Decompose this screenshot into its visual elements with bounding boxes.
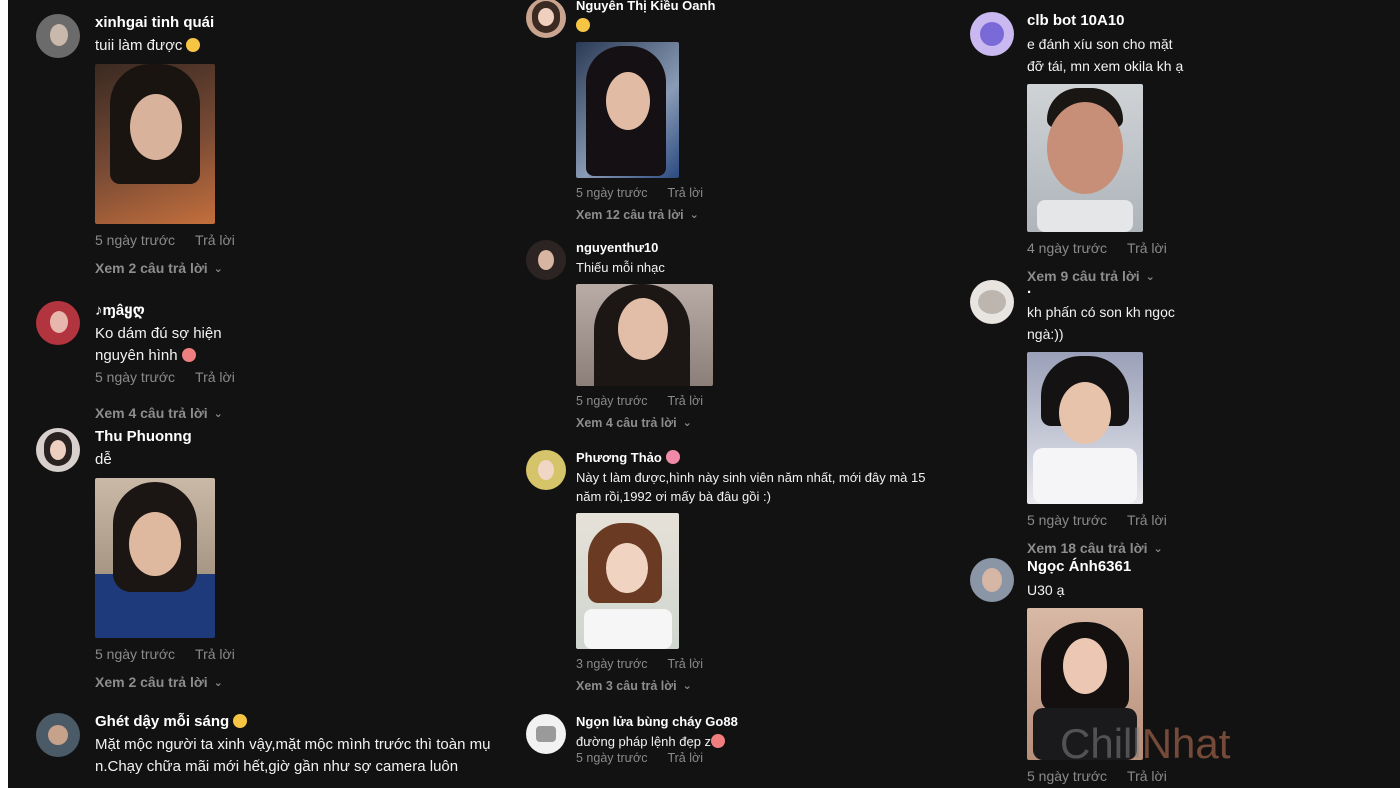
chevron-down-icon: ⌄	[682, 680, 692, 692]
comment-time: 5 ngày trước	[95, 232, 176, 248]
comment-time: 5 ngày trước	[576, 394, 648, 408]
smile-emoji-icon	[186, 38, 201, 52]
comment-text: Mặt mộc người ta xinh vậy,mặt mộc mình t…	[95, 736, 491, 775]
comment-photo[interactable]	[1027, 84, 1143, 232]
user-avatar[interactable]	[36, 14, 80, 58]
reply-button[interactable]: Trả lời	[1127, 240, 1167, 256]
comment-text: Thiếu mỗi nhạc	[576, 260, 665, 275]
reply-button[interactable]: Trả lời	[195, 369, 235, 385]
comment-text: dễ	[95, 451, 112, 468]
chevron-down-icon: ⌄	[1153, 543, 1163, 555]
comment-time: 4 ngày trước	[1027, 240, 1108, 256]
user-avatar[interactable]	[526, 714, 566, 754]
comment-time: 5 ngày trước	[576, 186, 648, 200]
user-name[interactable]: xinhgai tinh quái	[95, 14, 255, 31]
reply-button[interactable]: Trả lời	[667, 186, 703, 200]
comment-text	[576, 16, 723, 35]
comment-time: 5 ngày trước	[95, 369, 176, 385]
comment-text: U30 ạ	[1027, 582, 1065, 598]
flower-emoji-icon	[665, 450, 680, 464]
comment-text: tuii làm được	[95, 35, 255, 57]
user-name[interactable]: nguyenthư10	[576, 240, 723, 255]
user-name[interactable]: Ngọn lửa bùng cháy Go88	[576, 714, 738, 729]
user-name[interactable]: Thu Phuonng	[95, 428, 255, 445]
user-avatar[interactable]	[526, 240, 566, 280]
watermark-logo: ChillNhat	[1060, 720, 1231, 767]
heart-eyes-emoji-icon	[181, 348, 196, 362]
laugh-emoji-icon	[233, 714, 248, 728]
comment-time: 5 ngày trước	[576, 751, 648, 765]
comment-text: Ko dám đú sợ hiện nguyên hình	[95, 325, 222, 364]
user-name[interactable]: Ghét dậy mỗi sáng	[95, 713, 495, 730]
comment-time: 5 ngày trước	[95, 646, 176, 662]
comment-meta: 5 ngày trước Trả lời	[576, 394, 723, 408]
comment-text: kh phấn có son kh ngọc ngà:))	[1027, 304, 1175, 342]
reply-button[interactable]: Trả lời	[1127, 512, 1167, 528]
reply-button[interactable]: Trả lời	[195, 232, 235, 248]
view-replies-button[interactable]: Xem 18 câu trả lời ⌄	[1027, 540, 1187, 556]
user-name[interactable]: ♪ɱâყღ	[95, 301, 255, 319]
chevron-down-icon: ⌄	[213, 408, 223, 420]
comment-time: 5 ngày trước	[1027, 512, 1108, 528]
chevron-down-icon: ⌄	[689, 209, 699, 221]
user-name[interactable]: Phương Thảo	[576, 450, 946, 465]
reply-button[interactable]: Trả lời	[1127, 768, 1167, 784]
hush-emoji-icon	[576, 18, 590, 32]
chevron-down-icon: ⌄	[682, 417, 692, 429]
comment-meta: 4 ngày trước Trả lời	[1027, 240, 1187, 256]
view-replies-button[interactable]: Xem 12 câu trả lời ⌄	[576, 208, 723, 222]
user-avatar[interactable]	[970, 280, 1014, 324]
comment-meta: 5 ngày trước Trả lời	[95, 369, 255, 385]
comment-meta: 5 ngày trước Trả lời	[576, 186, 723, 200]
view-replies-button[interactable]: Xem 3 câu trả lời ⌄	[576, 679, 946, 693]
user-avatar[interactable]	[970, 558, 1014, 602]
chevron-down-icon: ⌄	[213, 677, 223, 689]
view-replies-button[interactable]: Xem 4 câu trả lời ⌄	[576, 416, 723, 430]
comment-text: Này t làm được,hình này sinh viên năm nh…	[576, 470, 926, 504]
user-avatar[interactable]	[970, 12, 1014, 56]
user-avatar[interactable]	[36, 301, 80, 345]
comment-photo[interactable]	[95, 64, 215, 224]
comment-meta: 5 ngày trước Trả lời	[1027, 512, 1187, 528]
reply-button[interactable]: Trả lời	[195, 646, 235, 662]
comment-time: 3 ngày trước	[576, 657, 648, 671]
user-avatar[interactable]	[36, 428, 80, 472]
comment-photo[interactable]	[95, 478, 215, 638]
comment-meta: 5 ngày trước Trả lời	[1027, 768, 1187, 784]
chevron-down-icon: ⌄	[213, 263, 223, 275]
comment-photo[interactable]	[576, 42, 679, 178]
reply-button[interactable]: Trả lời	[667, 751, 703, 765]
comment-photo[interactable]	[576, 284, 713, 386]
comment-photo[interactable]	[1027, 352, 1143, 504]
comment-text: e đánh xíu son cho mặt đỡ tái, mn xem ok…	[1027, 36, 1184, 74]
left-edge-strip	[0, 0, 8, 788]
user-name[interactable]: .	[1027, 280, 1187, 297]
heart-eyes-emoji-icon	[711, 734, 726, 748]
comment-time: 5 ngày trước	[1027, 768, 1108, 784]
comment-meta: 5 ngày trước Trả lời	[95, 232, 255, 248]
user-avatar[interactable]	[526, 0, 566, 38]
user-name[interactable]: clb bot 10A10	[1027, 12, 1187, 29]
view-replies-button[interactable]: Xem 2 câu trả lời ⌄	[95, 674, 255, 690]
comment-text: đường pháp lệnh đẹp z	[576, 732, 738, 751]
user-avatar[interactable]	[36, 713, 80, 757]
reply-button[interactable]: Trả lời	[667, 657, 703, 671]
view-replies-button[interactable]: Xem 4 câu trả lời ⌄	[95, 405, 255, 421]
user-avatar[interactable]	[526, 450, 566, 490]
view-replies-button[interactable]: Xem 2 câu trả lời ⌄	[95, 260, 255, 276]
reply-button[interactable]: Trả lời	[667, 394, 703, 408]
user-name[interactable]: Nguyễn Thị Kiều Oanh	[576, 0, 723, 13]
comment-meta: 5 ngày trước Trả lời	[95, 646, 255, 662]
comment-meta: 3 ngày trước Trả lời	[576, 657, 946, 671]
comment-photo[interactable]	[576, 513, 679, 649]
user-name[interactable]: Ngọc Ánh6361	[1027, 558, 1187, 575]
comment-meta: 5 ngày trước Trả lời	[576, 751, 738, 765]
